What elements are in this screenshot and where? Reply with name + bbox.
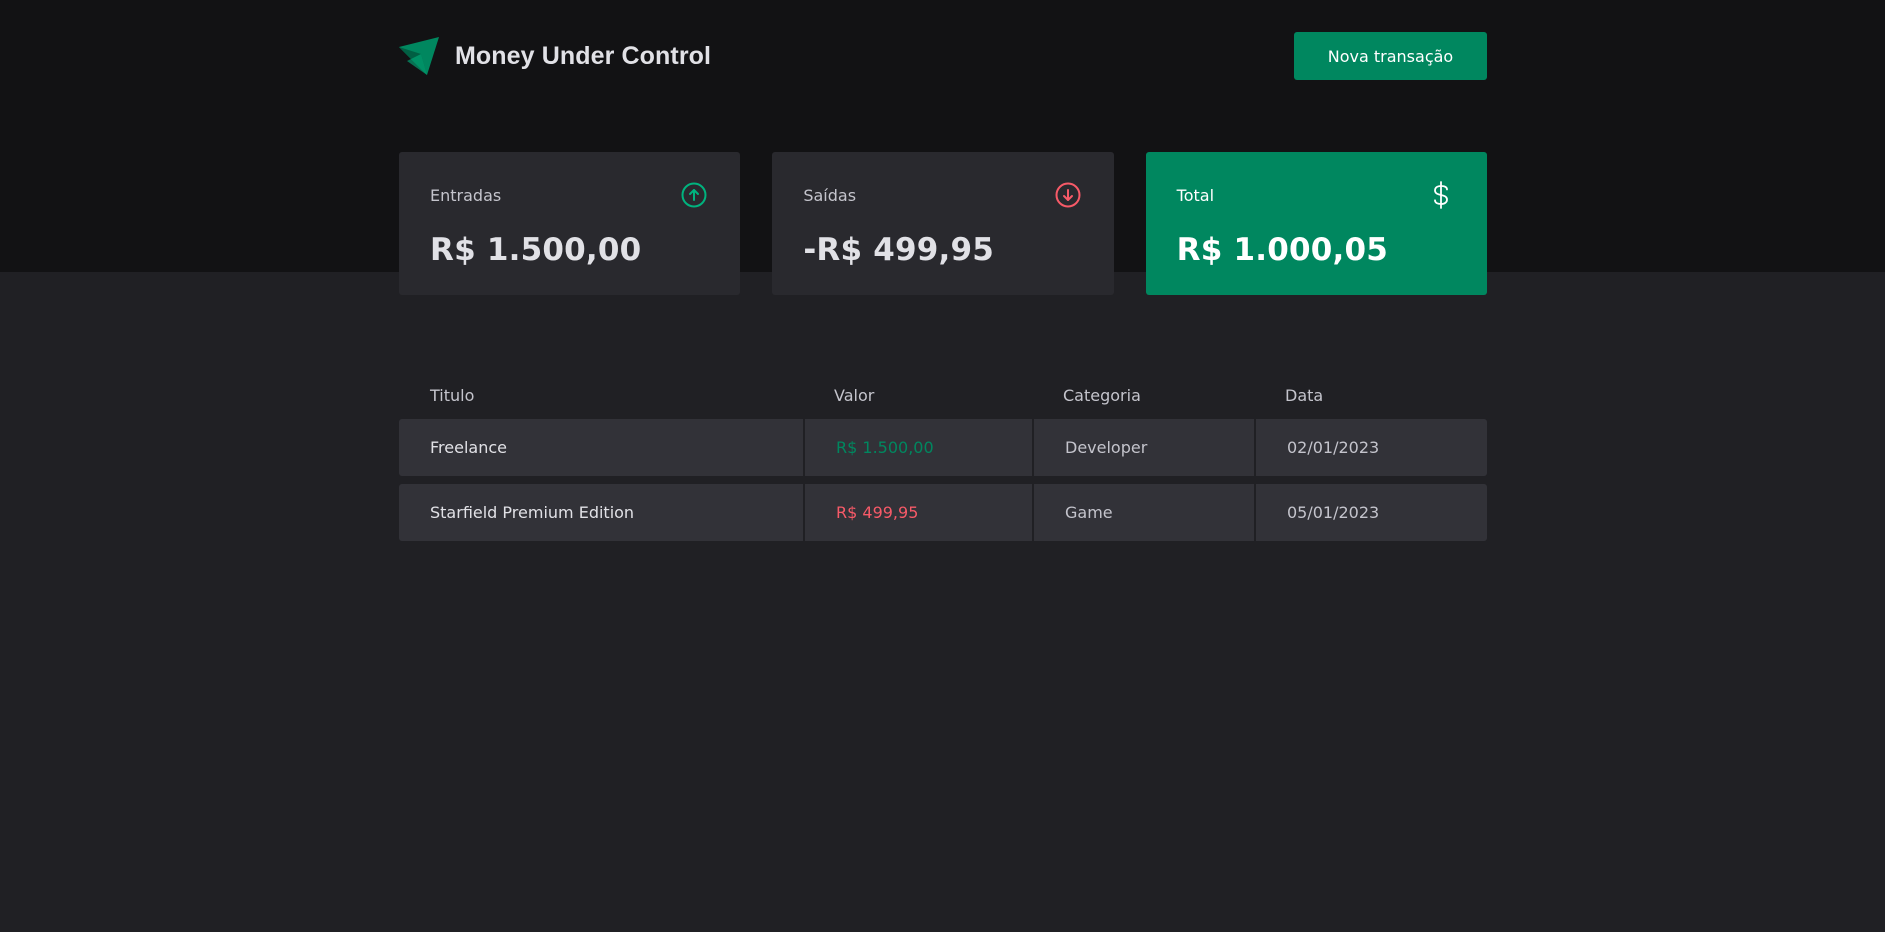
- row-title: Starfield Premium Edition: [399, 484, 803, 541]
- table-header-row: Titulo Valor Categoria Data: [399, 367, 1487, 411]
- row-date: 02/01/2023: [1254, 419, 1487, 476]
- outcome-value: -R$ 499,95: [803, 232, 995, 268]
- header-value: Valor: [834, 385, 875, 405]
- income-label: Entradas: [430, 185, 502, 205]
- top-bar: Money Under Control Nova transação: [399, 0, 1487, 112]
- header-category: Categoria: [1063, 385, 1141, 405]
- dollar-sign-icon: [1434, 181, 1448, 209]
- table-row[interactable]: Starfield Premium Edition R$ 499,95 Game…: [399, 484, 1487, 541]
- total-value: R$ 1.000,05: [1176, 232, 1389, 268]
- paper-plane-logo-icon: [399, 37, 439, 75]
- row-value: R$ 1.500,00: [803, 419, 1032, 476]
- table-row[interactable]: Freelance R$ 1.500,00 Developer 02/01/20…: [399, 419, 1487, 476]
- outcome-card: Saídas -R$ 499,95: [772, 152, 1114, 295]
- row-category: Game: [1032, 484, 1254, 541]
- row-category: Developer: [1032, 419, 1254, 476]
- arrow-circle-up-icon: [681, 182, 707, 208]
- total-label: Total: [1176, 185, 1215, 205]
- new-transaction-button[interactable]: Nova transação: [1294, 32, 1487, 80]
- main-container: Money Under Control Nova transação Entra…: [399, 0, 1487, 549]
- total-card: Total R$ 1.000,05: [1145, 152, 1487, 295]
- transactions-table: Titulo Valor Categoria Data Freelance R$…: [399, 359, 1487, 549]
- row-date: 05/01/2023: [1254, 484, 1487, 541]
- summary-cards: Entradas R$ 1.500,00 Saídas -R$ 499,95 T…: [399, 152, 1487, 295]
- outcome-label: Saídas: [803, 185, 857, 205]
- income-card: Entradas R$ 1.500,00: [399, 152, 741, 295]
- brand: Money Under Control: [399, 37, 711, 75]
- header-title: Titulo: [430, 385, 475, 405]
- income-value: R$ 1.500,00: [430, 232, 642, 268]
- row-value: R$ 499,95: [803, 484, 1032, 541]
- app-title: Money Under Control: [455, 41, 712, 70]
- arrow-circle-down-icon: [1055, 182, 1081, 208]
- row-title: Freelance: [399, 419, 803, 476]
- header-date: Data: [1285, 385, 1324, 405]
